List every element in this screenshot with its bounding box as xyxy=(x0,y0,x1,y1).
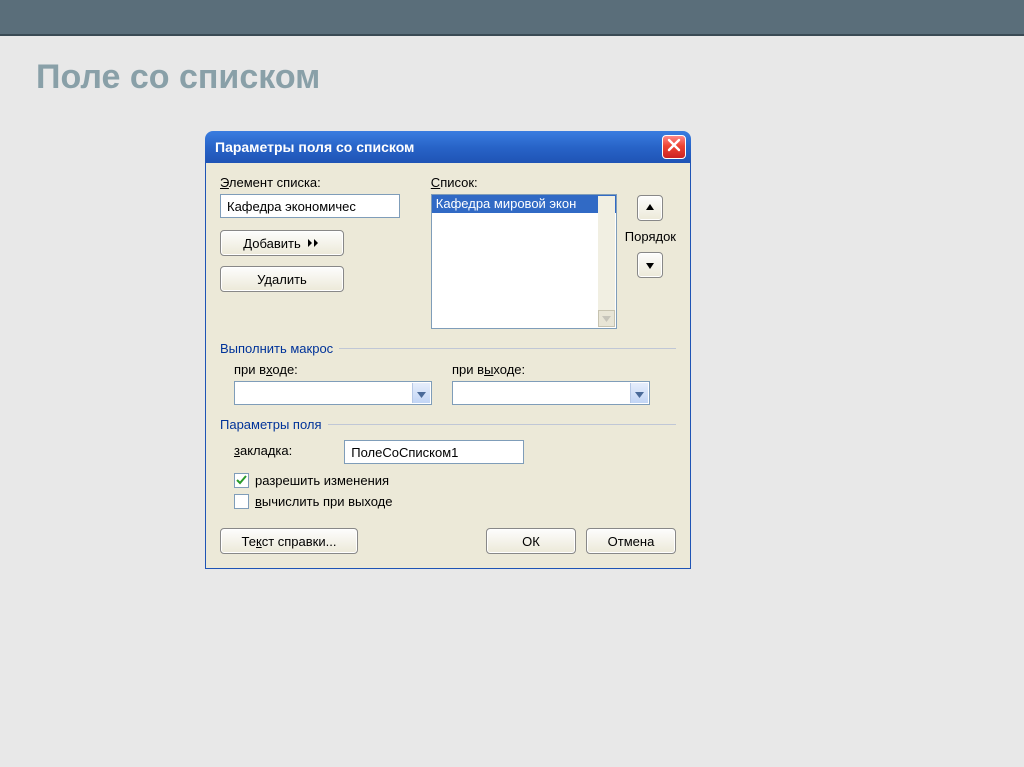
scroll-down-icon xyxy=(598,310,615,327)
element-input[interactable] xyxy=(220,194,400,218)
bookmark-input[interactable] xyxy=(344,440,524,464)
dialog-titlebar[interactable]: Параметры поля со списком xyxy=(205,131,691,163)
combo-dropdown-button[interactable] xyxy=(412,383,430,403)
arrow-down-icon xyxy=(645,258,655,273)
label-on-exit: при выходе: xyxy=(452,362,650,377)
listbox[interactable]: Кафедра мировой экон xyxy=(431,194,617,329)
close-button[interactable] xyxy=(662,135,686,159)
checkbox-allow-changes[interactable] xyxy=(234,473,249,488)
dialog-window: Параметры поля со списком Элемент списка… xyxy=(205,131,691,569)
add-button[interactable]: Добавить xyxy=(220,230,344,256)
section-params-header: Параметры поля xyxy=(220,417,676,432)
dialog-title: Параметры поля со списком xyxy=(215,139,414,155)
label-list: Список: xyxy=(431,175,617,190)
label-on-enter: при входе: xyxy=(234,362,432,377)
macro-enter-combo[interactable] xyxy=(234,381,432,405)
label-bookmark: закладка: xyxy=(234,443,292,458)
ok-button[interactable]: ОК xyxy=(486,528,576,554)
label-allow-changes: разрешить изменения xyxy=(255,473,389,488)
add-arrow-icon xyxy=(307,236,321,251)
arrow-up-icon xyxy=(645,201,655,216)
checkbox-calc-on-exit[interactable] xyxy=(234,494,249,509)
move-down-button[interactable] xyxy=(637,252,663,278)
combo-dropdown-button[interactable] xyxy=(630,383,648,403)
list-item[interactable]: Кафедра мировой экон xyxy=(432,195,616,213)
section-macro-header: Выполнить макрос xyxy=(220,341,676,356)
label-order: Порядок xyxy=(625,229,676,244)
macro-exit-combo[interactable] xyxy=(452,381,650,405)
presentation-top-bar xyxy=(0,0,1024,34)
chevron-down-icon xyxy=(417,386,426,401)
delete-button[interactable]: Удалить xyxy=(220,266,344,292)
label-calc-on-exit: вычислить при выходе xyxy=(255,494,392,509)
help-text-button[interactable]: Текст справки... xyxy=(220,528,358,554)
page-title: Поле со списком xyxy=(0,36,1024,97)
cancel-button[interactable]: Отмена xyxy=(586,528,676,554)
move-up-button[interactable] xyxy=(637,195,663,221)
list-scrollbar[interactable] xyxy=(598,196,615,327)
close-icon xyxy=(667,138,681,157)
label-element: Элемент списка: xyxy=(220,175,431,190)
dialog-body: Элемент списка: Добавить Удалить Список:… xyxy=(205,163,691,569)
chevron-down-icon xyxy=(635,386,644,401)
